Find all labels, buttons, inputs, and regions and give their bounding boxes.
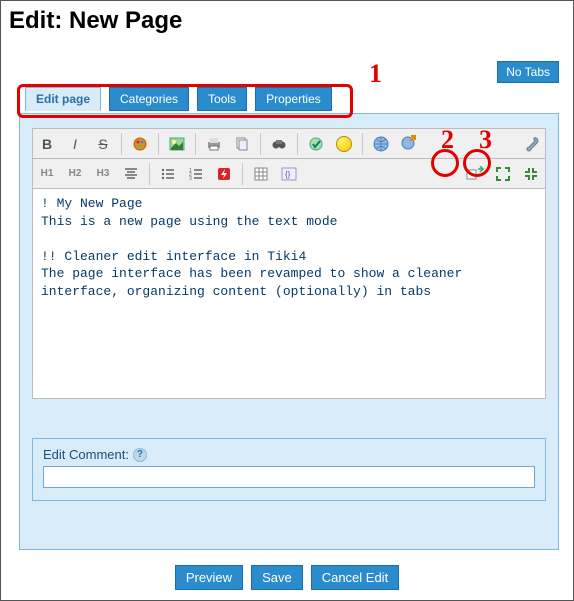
cancel-edit-button[interactable]: Cancel Edit (311, 565, 399, 590)
link-button[interactable] (368, 131, 394, 157)
no-tabs-button[interactable]: No Tabs (497, 61, 559, 83)
toolbar-separator (297, 133, 298, 155)
code-icon: {} (281, 166, 297, 182)
copy-button[interactable] (229, 131, 255, 157)
bold-icon: B (42, 136, 52, 152)
help-icon[interactable]: ? (133, 448, 147, 462)
table-icon (254, 167, 268, 181)
table-button[interactable] (248, 161, 274, 187)
list-ol-button[interactable]: 123 (183, 161, 209, 187)
shrink-button[interactable] (518, 161, 544, 187)
switch-editor-button[interactable] (462, 161, 488, 187)
flash-icon (216, 166, 232, 182)
switch-icon (466, 166, 484, 182)
editor-toolbar: B I S (32, 128, 546, 189)
toolbar-separator (121, 133, 122, 155)
h1-button[interactable]: H1 (34, 161, 60, 187)
external-link-button[interactable] (396, 131, 422, 157)
align-icon (124, 167, 138, 181)
special-char-button[interactable] (303, 131, 329, 157)
strike-button[interactable]: S (90, 131, 116, 157)
globe-check-icon (308, 136, 324, 152)
edit-comment-box: Edit Comment: ? (32, 438, 546, 501)
h3-button[interactable]: H3 (90, 161, 116, 187)
action-bar: Preview Save Cancel Edit (1, 565, 573, 590)
find-button[interactable] (266, 131, 292, 157)
globe-link-icon (372, 135, 390, 153)
globe-arrow-icon (400, 135, 418, 153)
smiley-button[interactable] (331, 131, 357, 157)
print-button[interactable] (201, 131, 227, 157)
list-ul-button[interactable] (155, 161, 181, 187)
preview-button[interactable]: Preview (175, 565, 243, 590)
palette-icon (132, 136, 148, 152)
toolbar-separator (242, 163, 243, 185)
toolbar-row-1: B I S (33, 129, 545, 159)
toolbar-separator (195, 133, 196, 155)
svg-text:3: 3 (189, 176, 192, 181)
printer-icon (206, 136, 222, 152)
align-button[interactable] (118, 161, 144, 187)
svg-text:{}: {} (285, 170, 291, 179)
list-ul-icon (161, 167, 175, 181)
edit-page-root: Edit: New Page No Tabs 1 Edit page Categ… (0, 0, 574, 601)
tab-tools[interactable]: Tools (197, 87, 247, 111)
tab-categories[interactable]: Categories (109, 87, 189, 111)
edit-panel: B I S (19, 113, 559, 550)
strike-icon: S (98, 136, 107, 152)
image-icon (169, 136, 185, 152)
edit-comment-input[interactable] (43, 466, 535, 488)
italic-button[interactable]: I (62, 131, 88, 157)
toolbar-row-2: H1 H2 H3 123 (33, 159, 545, 189)
source-button[interactable]: {} (276, 161, 302, 187)
page-title: Edit: New Page (9, 7, 573, 35)
collapse-icon (523, 166, 539, 182)
tab-properties[interactable]: Properties (255, 87, 332, 111)
editor-textarea[interactable] (32, 189, 546, 399)
smiley-icon (336, 136, 352, 152)
fullscreen-button[interactable] (490, 161, 516, 187)
expand-icon (495, 166, 511, 182)
toolbar-separator (362, 133, 363, 155)
image-button[interactable] (164, 131, 190, 157)
toolbar-separator (149, 163, 150, 185)
color-button[interactable] (127, 131, 153, 157)
copy-icon (234, 136, 250, 152)
list-ol-icon: 123 (189, 167, 203, 181)
save-button[interactable]: Save (251, 565, 303, 590)
h2-button[interactable]: H2 (62, 161, 88, 187)
italic-icon: I (73, 136, 77, 152)
tabs: Edit page Categories Tools Properties (19, 87, 547, 111)
flash-button[interactable] (211, 161, 237, 187)
toolbar-separator (158, 133, 159, 155)
edit-comment-label-row: Edit Comment: ? (43, 447, 535, 462)
settings-button[interactable] (518, 131, 544, 157)
toolbar-separator (260, 133, 261, 155)
bold-button[interactable]: B (34, 131, 60, 157)
tabs-container: Edit page Categories Tools Properties (19, 87, 547, 111)
annotation-number-1: 1 (369, 59, 382, 89)
edit-comment-label: Edit Comment: (43, 447, 129, 462)
wrench-icon (523, 136, 539, 152)
tab-edit-page[interactable]: Edit page (25, 87, 101, 111)
binoculars-icon (271, 136, 287, 152)
